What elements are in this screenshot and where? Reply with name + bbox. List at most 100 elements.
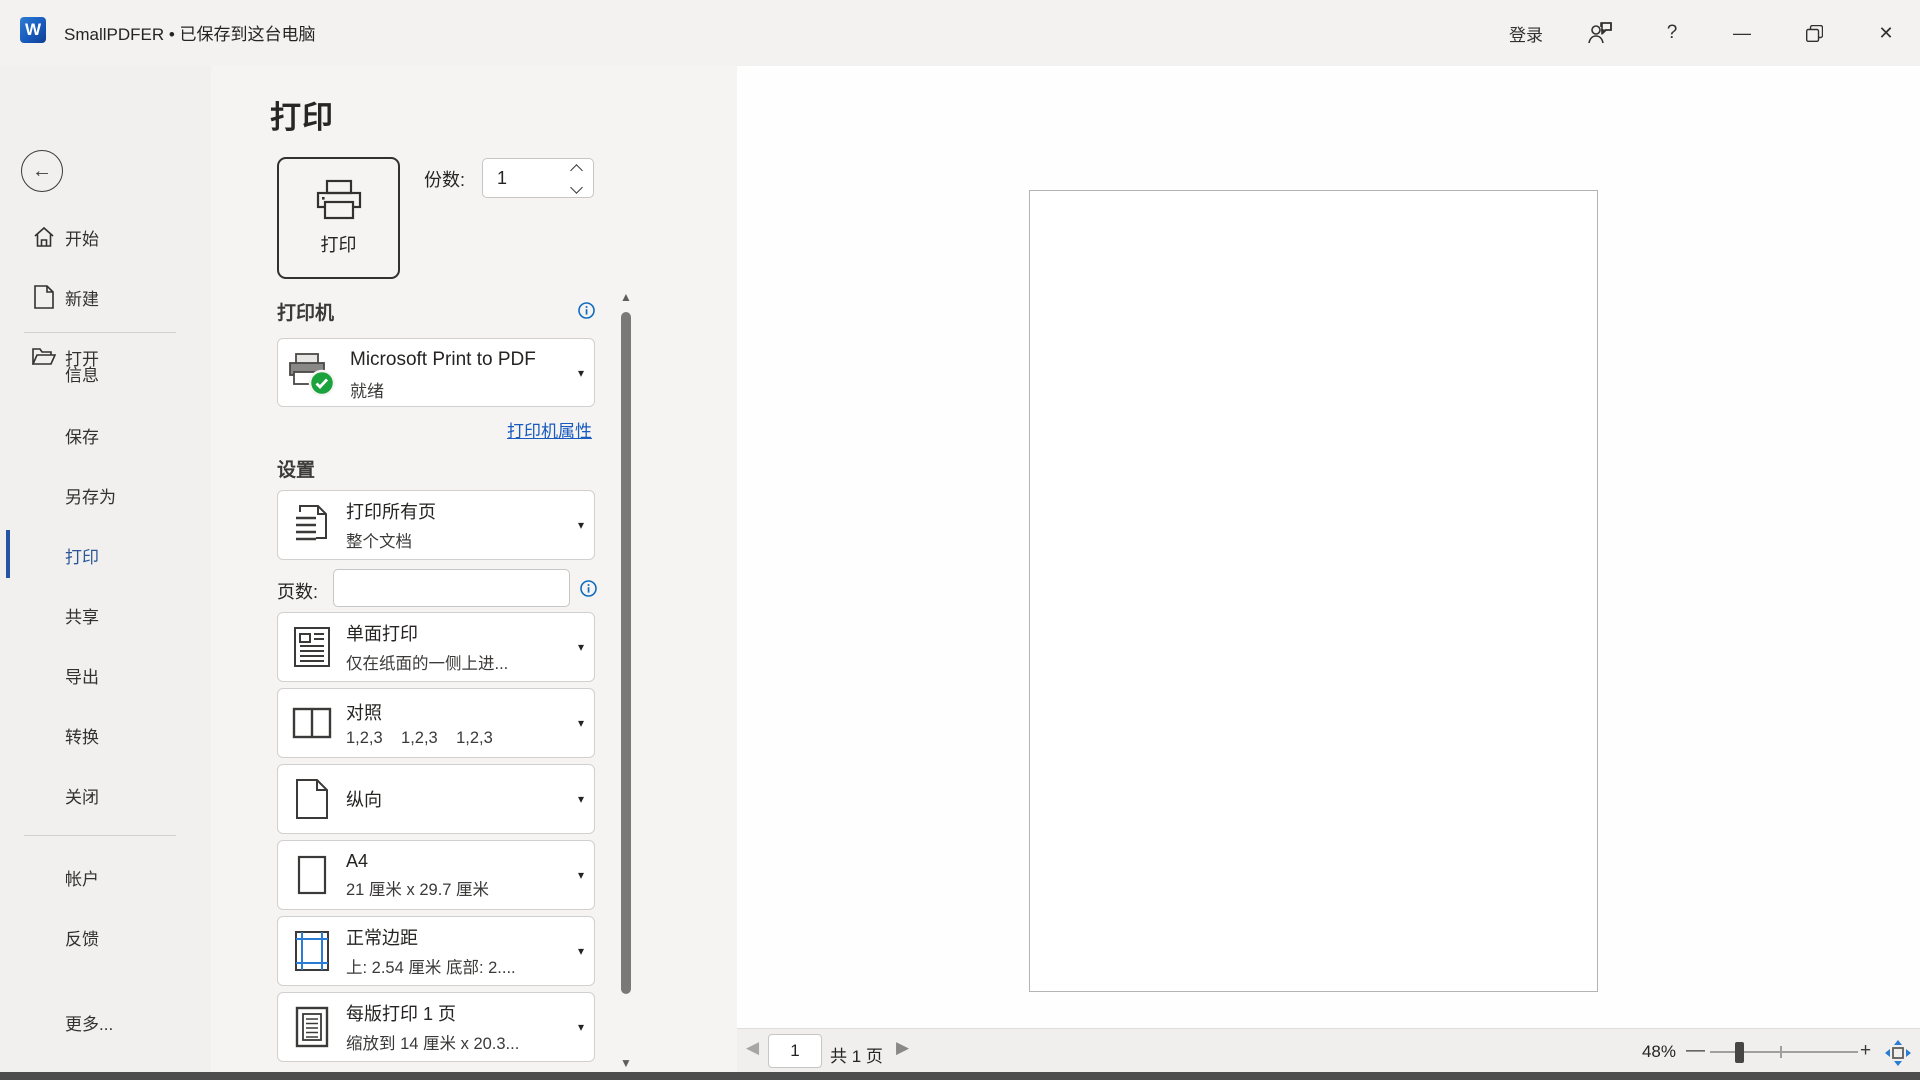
dropdown-subtitle: 21 厘米 x 29.7 厘米: [346, 876, 566, 900]
spin-up-icon[interactable]: [570, 164, 583, 177]
sidebar-item-close-doc[interactable]: 关闭: [0, 777, 211, 813]
printer-status: 就绪: [350, 377, 384, 402]
printer-properties-link[interactable]: 打印机属性: [477, 417, 592, 442]
dropdown-title: 单面打印: [346, 620, 566, 646]
chevron-down-icon: ▾: [578, 1020, 584, 1034]
help-icon[interactable]: ?: [1650, 0, 1694, 66]
dropdown-title: 对照: [346, 699, 566, 725]
pages-per-sheet-icon: [290, 1004, 334, 1050]
minimize-icon[interactable]: —: [1720, 0, 1764, 66]
copies-input[interactable]: [497, 159, 567, 197]
previous-page-icon[interactable]: ◀: [746, 1038, 759, 1058]
zoom-to-page-icon[interactable]: [1884, 1039, 1912, 1067]
info-icon[interactable]: [580, 580, 597, 597]
chevron-down-icon: ▾: [578, 716, 584, 730]
chevron-down-icon: ▾: [578, 868, 584, 882]
sidebar-item-share[interactable]: 共享: [0, 597, 211, 633]
dropdown-subtitle: 整个文档: [346, 528, 566, 552]
sidebar-item-transform[interactable]: 转换: [0, 717, 211, 753]
printer-name: Microsoft Print to PDF: [350, 349, 536, 371]
a4-page-icon: [290, 852, 334, 898]
sign-in-button[interactable]: 登录: [1495, 0, 1557, 66]
dropdown-subtitle: 1,2,3 1,2,3 1,2,3: [346, 729, 566, 748]
zoom-percentage[interactable]: 48%: [1630, 1042, 1676, 1062]
zoom-out-icon[interactable]: —: [1686, 1040, 1705, 1062]
margins-icon: [290, 928, 334, 974]
chevron-down-icon: ▾: [578, 640, 584, 654]
margins-dropdown[interactable]: 正常边距 上: 2.54 厘米 底部: 2.... ▾: [277, 916, 595, 986]
settings-section-heading: 设置: [277, 455, 315, 482]
copies-label: 份数:: [424, 166, 465, 192]
word-app-icon: W: [20, 17, 46, 43]
zoom-slider-thumb[interactable]: [1735, 1042, 1744, 1063]
preview-page: [1029, 190, 1598, 992]
chevron-down-icon: ▾: [578, 944, 584, 958]
sidebar-item-home[interactable]: 开始: [0, 219, 211, 255]
dropdown-subtitle: 上: 2.54 厘米 底部: 2....: [346, 954, 566, 978]
sidebar-item-save[interactable]: 保存: [0, 417, 211, 453]
sidebar-item-account[interactable]: 帐户: [0, 859, 211, 895]
printer-icon: [315, 179, 363, 221]
sidebar-divider: [24, 835, 176, 836]
dropdown-subtitle: 缩放到 14 厘米 x 20.3...: [346, 1030, 566, 1054]
dropdown-title: 纵向: [346, 786, 566, 812]
pages-per-sheet-dropdown[interactable]: 每版打印 1 页 缩放到 14 厘米 x 20.3... ▾: [277, 992, 595, 1062]
next-page-icon[interactable]: ▶: [896, 1038, 909, 1058]
collated-icon: [290, 700, 334, 746]
printer-device-icon: [288, 353, 340, 397]
dropdown-title: 打印所有页: [346, 498, 566, 524]
printer-selector[interactable]: Microsoft Print to PDF 就绪 ▾: [277, 338, 595, 407]
zoom-in-icon[interactable]: +: [1860, 1040, 1871, 1062]
sidebar-item-info[interactable]: 信息: [0, 355, 211, 391]
dropdown-title: 每版打印 1 页: [346, 1000, 566, 1026]
print-button[interactable]: 打印: [277, 157, 400, 279]
zoom-slider-track[interactable]: [1710, 1051, 1858, 1053]
printer-section-heading: 打印机: [277, 298, 334, 325]
sidebar-divider: [24, 332, 176, 333]
duplex-dropdown[interactable]: 单面打印 仅在纸面的一侧上进... ▾: [277, 612, 595, 682]
spin-down-icon[interactable]: [570, 181, 583, 194]
pages-label: 页数:: [277, 578, 318, 604]
selected-item-indicator: [6, 530, 10, 578]
paper-size-dropdown[interactable]: A4 21 厘米 x 29.7 厘米 ▾: [277, 840, 595, 910]
document-title: SmallPDFER • 已保存到这台电脑: [64, 20, 316, 45]
close-icon[interactable]: ✕: [1864, 0, 1908, 66]
print-all-pages-icon: [290, 502, 334, 548]
scroll-up-icon[interactable]: ▲: [620, 290, 632, 304]
copies-spinner[interactable]: [482, 158, 594, 198]
sidebar-item-export[interactable]: 导出: [0, 657, 211, 693]
back-button[interactable]: ←: [21, 150, 63, 192]
page-count-label: 共 1 页: [830, 1042, 883, 1067]
pages-input[interactable]: [333, 569, 570, 607]
sidebar-item-save-as[interactable]: 另存为: [0, 477, 211, 513]
dropdown-title: A4: [346, 851, 566, 872]
chevron-down-icon: ▾: [578, 518, 584, 532]
sidebar-item-feedback[interactable]: 反馈: [0, 919, 211, 955]
dropdown-title: 正常边距: [346, 924, 566, 950]
settings-scrollbar[interactable]: ▲ ▼: [619, 290, 633, 1070]
feedback-icon[interactable]: [1578, 0, 1622, 66]
taskbar-edge: [0, 1072, 1920, 1080]
backstage-sidebar: ← 开始 新建 打开 信息 保存 另存为 打印 共享 导出 转换 关闭: [0, 66, 211, 1072]
chevron-down-icon: ▾: [578, 366, 584, 380]
back-arrow-icon: ←: [32, 160, 52, 183]
new-document-icon: [31, 284, 57, 310]
print-preview-area: [737, 66, 1920, 1028]
sidebar-item-print[interactable]: 打印: [0, 537, 211, 573]
scrollbar-thumb[interactable]: [621, 312, 631, 994]
collation-dropdown[interactable]: 对照 1,2,3 1,2,3 1,2,3 ▾: [277, 688, 595, 758]
restore-window-icon[interactable]: [1792, 0, 1836, 66]
dropdown-subtitle: 仅在纸面的一侧上进...: [346, 650, 566, 674]
page-title: 打印: [270, 92, 334, 137]
sidebar-item-new[interactable]: 新建: [0, 279, 211, 315]
orientation-dropdown[interactable]: 纵向 ▾: [277, 764, 595, 834]
info-icon[interactable]: [578, 302, 595, 319]
one-sided-print-icon: [290, 624, 334, 670]
scroll-down-icon[interactable]: ▼: [620, 1056, 632, 1070]
page-number-input[interactable]: [768, 1034, 822, 1068]
portrait-page-icon: [290, 776, 334, 822]
sidebar-item-more[interactable]: 更多...: [0, 1004, 211, 1040]
chevron-down-icon: ▾: [578, 792, 584, 806]
print-range-dropdown[interactable]: 打印所有页 整个文档 ▾: [277, 490, 595, 560]
home-icon: [31, 224, 57, 250]
